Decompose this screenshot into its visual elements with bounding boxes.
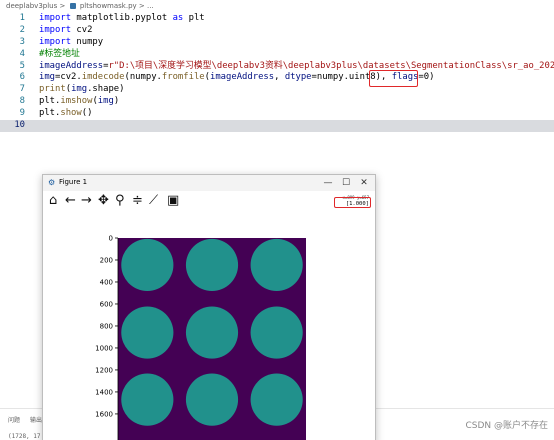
code-token: matplotlib.pyplot (71, 13, 173, 23)
code-token: img (39, 72, 56, 83)
code-token: ) (113, 96, 120, 107)
code-token: fromfile (161, 72, 205, 83)
plot-area: 0 200 400 600 800 1000 1200 1400 1600 (95, 235, 306, 440)
code-text: import numpy (39, 37, 103, 49)
y-tick-label: 1200 (95, 366, 113, 374)
code-token: plt. (39, 108, 61, 119)
breadcrumb-file[interactable]: pltshowmask.py (80, 2, 137, 10)
line-number: 7 (19, 84, 25, 95)
code-line[interactable]: 5 imageAddress=r"D:\项目\深度学习模型\deeplabv3资料… (0, 61, 554, 73)
code-text: imageAddress=r"D:\项目\深度学习模型\deeplabv3资料\… (39, 61, 554, 73)
code-text: print(img.shape) (39, 84, 125, 96)
code-line[interactable]: 1 import matplotlib.pyplot as plt (0, 13, 554, 25)
code-token: dtype (284, 72, 312, 83)
code-token: import (39, 36, 72, 47)
code-token: cv2 (71, 24, 93, 35)
code-token: numpy (71, 36, 104, 47)
line-number: 5 (19, 60, 25, 71)
code-token: (numpy. (124, 72, 162, 83)
code-line[interactable]: 9 plt.show() (0, 108, 554, 120)
breadcrumb-separator: > (59, 2, 66, 10)
mask-circle (121, 306, 174, 359)
code-token: , (274, 72, 285, 83)
code-text: plt.imshow(img) (39, 96, 119, 108)
image-plot[interactable]: 0 200 400 600 800 1000 1200 1400 1600 (43, 175, 376, 440)
mask-circle (250, 306, 303, 359)
code-token: .shape) (87, 84, 125, 95)
mask-circle (121, 238, 174, 292)
line-number: 3 (19, 36, 25, 47)
code-token: img (71, 84, 88, 95)
code-text: #标签地址 (39, 49, 80, 61)
mask-circle (250, 373, 303, 426)
y-tick-label: 600 (100, 300, 113, 308)
code-token: imageAddress (210, 72, 275, 83)
code-line[interactable]: 10 (0, 120, 554, 132)
code-token: imshow (60, 96, 93, 107)
line-number: 8 (19, 96, 25, 107)
code-token: show (60, 108, 82, 119)
figure-window[interactable]: ⚙ Figure 1 — ☐ ✕ ⌂ ← → ✥ ⚲ ≑ ⟋ ▣ x=899 y… (42, 174, 376, 440)
mask-circle (250, 238, 303, 292)
y-tick-label: 1000 (95, 344, 113, 352)
code-line[interactable]: 8 plt.imshow(img) (0, 96, 554, 108)
code-line[interactable]: 3 import numpy (0, 37, 554, 49)
code-token: #标签地址 (39, 48, 80, 59)
y-tick-label: 0 (109, 235, 113, 243)
code-token: =cv2. (55, 72, 82, 83)
watermark: CSDN @账户不存在 (465, 421, 548, 431)
line-number: 1 (19, 13, 25, 23)
y-tick-label: 1600 (95, 410, 113, 418)
mask-circle (185, 373, 239, 426)
code-line[interactable]: 4 #标签地址 (0, 49, 554, 61)
y-tick-label: 400 (100, 278, 113, 286)
code-token: plt. (39, 96, 61, 107)
code-token: r"D:\项目\深度学习模型\deeplabv3资料\deeplabv3plus… (108, 60, 554, 71)
breadcrumb-project[interactable]: deeplabv3plus (6, 2, 57, 10)
line-number: 10 (14, 120, 25, 131)
code-token: imageAddress (39, 60, 104, 71)
line-number: 4 (19, 48, 25, 59)
line-number: 2 (19, 24, 25, 35)
tab-output[interactable]: 输出 (30, 415, 42, 424)
code-token: () (81, 108, 93, 119)
code-token: as (172, 13, 184, 23)
mask-circle (185, 238, 239, 292)
code-token: imdecode (81, 72, 125, 83)
flags-highlight-box (369, 70, 418, 87)
y-tick-label: 200 (100, 256, 113, 264)
y-tick-label: 1400 (95, 388, 113, 396)
code-token: import (39, 13, 72, 23)
mask-circle (185, 306, 239, 359)
breadcrumb: deeplabv3plus > pltshowmask.py > ... (0, 0, 554, 13)
breadcrumb-more[interactable]: > ... (139, 2, 154, 10)
code-token: img (97, 96, 114, 107)
line-number: 9 (19, 108, 25, 119)
code-editor[interactable]: 1 import matplotlib.pyplot as plt 2 import … (0, 13, 554, 132)
code-token: print (39, 84, 66, 95)
line-number: 6 (19, 72, 25, 83)
y-tick-label: 800 (100, 322, 113, 330)
code-line[interactable]: 6 img=cv2.imdecode(numpy.fromfile(imageAd… (0, 72, 554, 84)
code-line[interactable]: 7 print(img.shape) (0, 84, 554, 96)
code-line[interactable]: 2 import cv2 (0, 25, 554, 37)
output-text: (1728, 17 (8, 433, 41, 440)
code-token: =0) (418, 72, 435, 83)
code-text: plt.show() (39, 108, 92, 120)
code-text: import cv2 (39, 25, 92, 37)
tab-problems[interactable]: 问题 (8, 415, 20, 424)
python-file-icon (69, 3, 76, 9)
code-token: plt (183, 13, 205, 23)
mask-circle (121, 373, 174, 426)
code-token: import (39, 24, 72, 35)
code-text: import matplotlib.pyplot as plt (39, 13, 205, 25)
